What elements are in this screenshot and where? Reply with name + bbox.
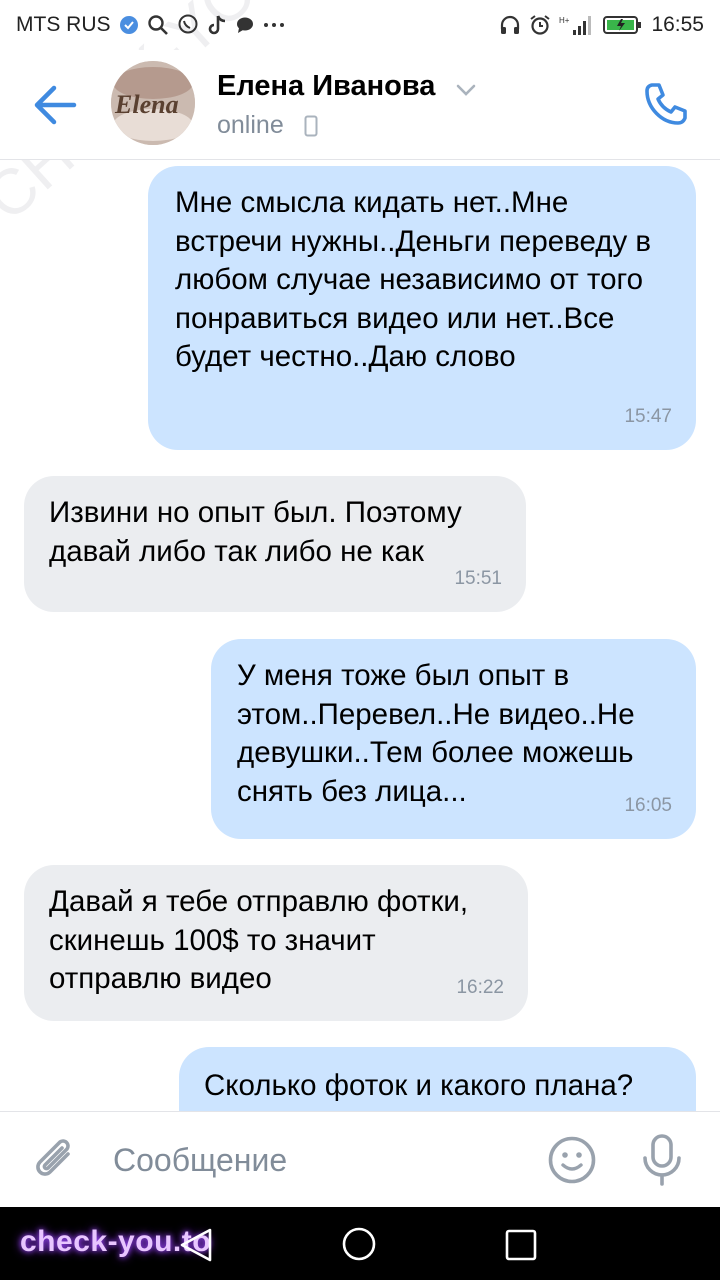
svg-text:H+: H+ [559, 16, 570, 25]
tiktok-icon [207, 14, 227, 36]
message-bubble-outgoing[interactable]: Сколько фоток и какого плана? [179, 1047, 696, 1111]
nav-back-button[interactable] [178, 1227, 214, 1268]
avatar[interactable]: Elena [111, 61, 195, 145]
chat-bubble-icon [235, 15, 255, 35]
message-bubble-outgoing[interactable]: Мне смысла кидать нет..Мне встречи нужны… [148, 166, 696, 450]
presence-status: online [217, 111, 284, 139]
search-icon [147, 14, 169, 36]
back-button[interactable] [30, 82, 80, 128]
message-time: 16:22 [456, 976, 504, 998]
message-text: Мне смысла кидать нет..Мне встречи нужны… [175, 186, 652, 373]
emoji-button[interactable] [546, 1134, 598, 1186]
mobile-phone-icon [304, 115, 318, 142]
more-notifications-icon [263, 21, 285, 29]
status-bar: MTS RUS H+ 16:55 [0, 0, 720, 50]
message-time: 15:47 [624, 405, 672, 427]
message-time: 16:05 [624, 794, 672, 816]
status-time: 16:55 [651, 13, 704, 36]
contact-name[interactable]: Елена Иванова [217, 70, 435, 103]
message-text: Извини но опыт был. Поэтому давай либо т… [49, 496, 462, 568]
chevron-down-icon[interactable] [455, 83, 477, 102]
paperclip-icon [32, 1139, 80, 1190]
message-composer [0, 1111, 720, 1207]
phone-icon [642, 83, 690, 132]
system-navigation-bar: check-you.to [0, 1207, 720, 1280]
message-bubble-incoming[interactable]: Извини но опыт был. Поэтому давай либо т… [24, 476, 526, 612]
message-time: 15:51 [454, 567, 502, 589]
avatar-text: Elena [114, 90, 179, 119]
voice-message-button[interactable] [638, 1132, 686, 1188]
message-text: Сколько фоток и какого плана? [204, 1069, 634, 1102]
nav-home-button[interactable] [341, 1226, 377, 1267]
call-button[interactable] [642, 80, 690, 128]
viber-icon [177, 14, 199, 36]
headphones-icon [499, 14, 521, 36]
message-bubble-incoming[interactable]: Давай я тебе отправлю фотки, скинешь 100… [24, 865, 528, 1021]
battery-icon [603, 15, 643, 35]
smile-icon [546, 1136, 598, 1190]
nav-recents-button[interactable] [505, 1229, 537, 1266]
arrow-left-icon [30, 85, 80, 132]
alarm-icon [529, 14, 551, 36]
microphone-icon [638, 1134, 686, 1192]
message-text: У меня тоже был опыт в этом..Перевел..Не… [237, 659, 635, 808]
signal-icon: H+ [559, 14, 595, 36]
chat-header: Elena Елена Иванова online [0, 50, 720, 160]
message-input[interactable] [113, 1134, 513, 1186]
carrier-label: MTS RUS [16, 13, 111, 36]
message-bubble-outgoing[interactable]: У меня тоже был опыт в этом..Перевел..Не… [211, 639, 696, 839]
message-text: Давай я тебе отправлю фотки, скинешь 100… [49, 885, 469, 995]
vk-badge-icon [119, 15, 139, 35]
attach-button[interactable] [32, 1134, 80, 1186]
